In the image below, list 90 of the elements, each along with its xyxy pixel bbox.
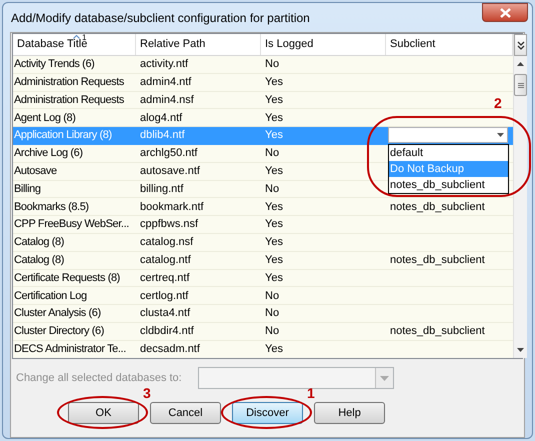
table-cell-text: Application Library (8) bbox=[13, 128, 113, 144]
table-cell-text: decsadm.ntf bbox=[139, 342, 201, 357]
table-cell-text: Yes bbox=[264, 164, 284, 179]
table-cell-text: Yes bbox=[264, 128, 284, 144]
table-cell-text: Yes bbox=[264, 92, 284, 108]
dialog-button[interactable]: OK bbox=[68, 402, 139, 424]
table-cell-text: certreq.ntf bbox=[139, 270, 191, 286]
table-cell-text: Certification Log bbox=[13, 288, 88, 304]
table-cell-text: admin4.nsf bbox=[139, 92, 195, 108]
table-cell-text: Yes bbox=[264, 342, 284, 357]
table-row[interactable]: Administration Requests admin4.ntf Yes bbox=[13, 74, 513, 92]
table-row[interactable]: DECS Administrator Te... decsadm.ntf Yes bbox=[13, 340, 513, 358]
table-row[interactable]: Catalog (8) catalog.nsf Yes bbox=[13, 234, 513, 252]
table-cell-text: Archive Log (6) bbox=[13, 146, 84, 162]
table-cell-text: Administration Requests bbox=[13, 92, 126, 108]
table-cell-text: certlog.ntf bbox=[139, 288, 190, 304]
scrollbar[interactable] bbox=[514, 56, 527, 358]
caret-icon bbox=[380, 376, 389, 380]
table-row[interactable]: Certification Log certlog.ntf No bbox=[13, 287, 513, 306]
table-cell-text: dblib4.ntf bbox=[139, 128, 186, 144]
table-cell-text: Catalog (8) bbox=[13, 235, 66, 250]
table-cell-text: Cluster Directory (6) bbox=[13, 324, 106, 340]
callout-number: 3 bbox=[143, 386, 151, 400]
scroll-thumb[interactable] bbox=[514, 74, 527, 96]
column-header[interactable]: Relative Path bbox=[136, 34, 261, 55]
scroll-up-icon bbox=[517, 62, 524, 66]
table-cell-text: notes_db_subclient bbox=[389, 324, 486, 340]
column-header[interactable]: 1 Database Title bbox=[13, 34, 136, 55]
table-cell-text: DECS Administrator Te... bbox=[13, 342, 127, 357]
table-cell-text: CPP FreeBusy WebSer... bbox=[13, 217, 130, 232]
column-header[interactable]: Is Logged bbox=[261, 34, 386, 55]
table-cell-text: notes_db_subclient bbox=[389, 252, 486, 268]
table-cell-text: Administration Requests bbox=[13, 74, 126, 90]
table-cell-text: Yes bbox=[264, 74, 284, 90]
table-cell-text: Autosave bbox=[13, 164, 58, 179]
close-button[interactable] bbox=[482, 3, 528, 22]
double-chevron-icon bbox=[516, 40, 524, 50]
table-cell-text: catalog.nsf bbox=[139, 235, 194, 250]
table-row[interactable]: Catalog (8) catalog.ntf Yes notes_db_subclient bbox=[13, 252, 513, 270]
table-cell-text: Agent Log (8) bbox=[13, 110, 76, 126]
table-cell-text: alog4.ntf bbox=[139, 110, 184, 126]
column-header[interactable]: Subclient bbox=[386, 34, 513, 55]
table-row[interactable]: Activity Trends (6) activity.ntf No bbox=[13, 56, 513, 74]
table-cell-text: Yes bbox=[264, 217, 284, 232]
table-cell-text: clusta4.ntf bbox=[139, 306, 192, 322]
table-row[interactable]: Cluster Directory (6) cldbdir4.ntf No notes_db_subclient bbox=[13, 322, 513, 341]
table-cell-text: Yes bbox=[264, 235, 284, 250]
table-cell-text: Catalog (8) bbox=[13, 252, 66, 268]
callout-number: 1 bbox=[307, 386, 315, 400]
table-row[interactable]: Certificate Requests (8) certreq.ntf Yes bbox=[13, 270, 513, 288]
callout-number: 2 bbox=[494, 96, 502, 110]
column-chooser-button[interactable] bbox=[514, 34, 527, 56]
change-all-label: Change all selected databases to: bbox=[16, 370, 182, 386]
table-row[interactable]: CPP FreeBusy WebSer... cppfbws.nsf Yes bbox=[13, 216, 513, 234]
table-cell-text: Bookmarks (8.5) bbox=[13, 200, 90, 215]
table-cell-text: activity.ntf bbox=[139, 57, 190, 72]
table-cell-text: archlg50.ntf bbox=[139, 146, 198, 162]
table-cell-text: Billing bbox=[13, 182, 42, 197]
table-row[interactable]: Bookmarks (8.5) bookmark.ntf Yes notes_db_subclient bbox=[13, 198, 513, 216]
table-cell-text: No bbox=[264, 182, 280, 197]
table-cell-text: Certificate Requests (8) bbox=[13, 270, 121, 286]
table-cell-text: No bbox=[264, 146, 280, 162]
table-cell-text: Activity Trends (6) bbox=[13, 57, 96, 72]
window-title: Add/Modify database/subclient configuration for partition bbox=[11, 10, 310, 27]
table-cell-text: Yes bbox=[264, 200, 284, 215]
dialog-button[interactable]: Cancel bbox=[150, 402, 221, 424]
close-icon bbox=[500, 8, 510, 18]
table-cell-text: No bbox=[264, 306, 280, 322]
table-cell-text: No bbox=[264, 288, 280, 304]
table-cell-text: billing.ntf bbox=[139, 182, 184, 197]
table-row[interactable]: Cluster Analysis (6) clusta4.ntf No bbox=[13, 305, 513, 323]
table-cell-text: bookmark.ntf bbox=[139, 200, 205, 215]
table-cell-text: autosave.ntf bbox=[139, 164, 201, 179]
dialog-button[interactable]: Help bbox=[314, 402, 385, 424]
caret-icon bbox=[497, 133, 504, 138]
table-cell-text: admin4.ntf bbox=[139, 74, 192, 90]
dropdown-option[interactable]: default bbox=[389, 145, 508, 161]
dialog-button[interactable]: Discover bbox=[232, 402, 303, 424]
table-cell-text: No bbox=[264, 57, 280, 72]
table-cell-text: Cluster Analysis (6) bbox=[13, 306, 102, 322]
table-cell-text: catalog.ntf bbox=[139, 252, 192, 268]
table-cell-text: Yes bbox=[264, 270, 284, 286]
table-cell-text: No bbox=[264, 324, 280, 340]
table-cell-text: Yes bbox=[264, 110, 284, 126]
subclient-dropdown[interactable] bbox=[388, 127, 508, 144]
table-cell-text: Yes bbox=[264, 252, 284, 268]
scroll-down-icon bbox=[517, 348, 524, 352]
table-cell-text: notes_db_subclient bbox=[389, 200, 486, 215]
table-cell-text: cldbdir4.ntf bbox=[139, 324, 195, 340]
table-cell-text: cppfbws.nsf bbox=[139, 217, 200, 232]
